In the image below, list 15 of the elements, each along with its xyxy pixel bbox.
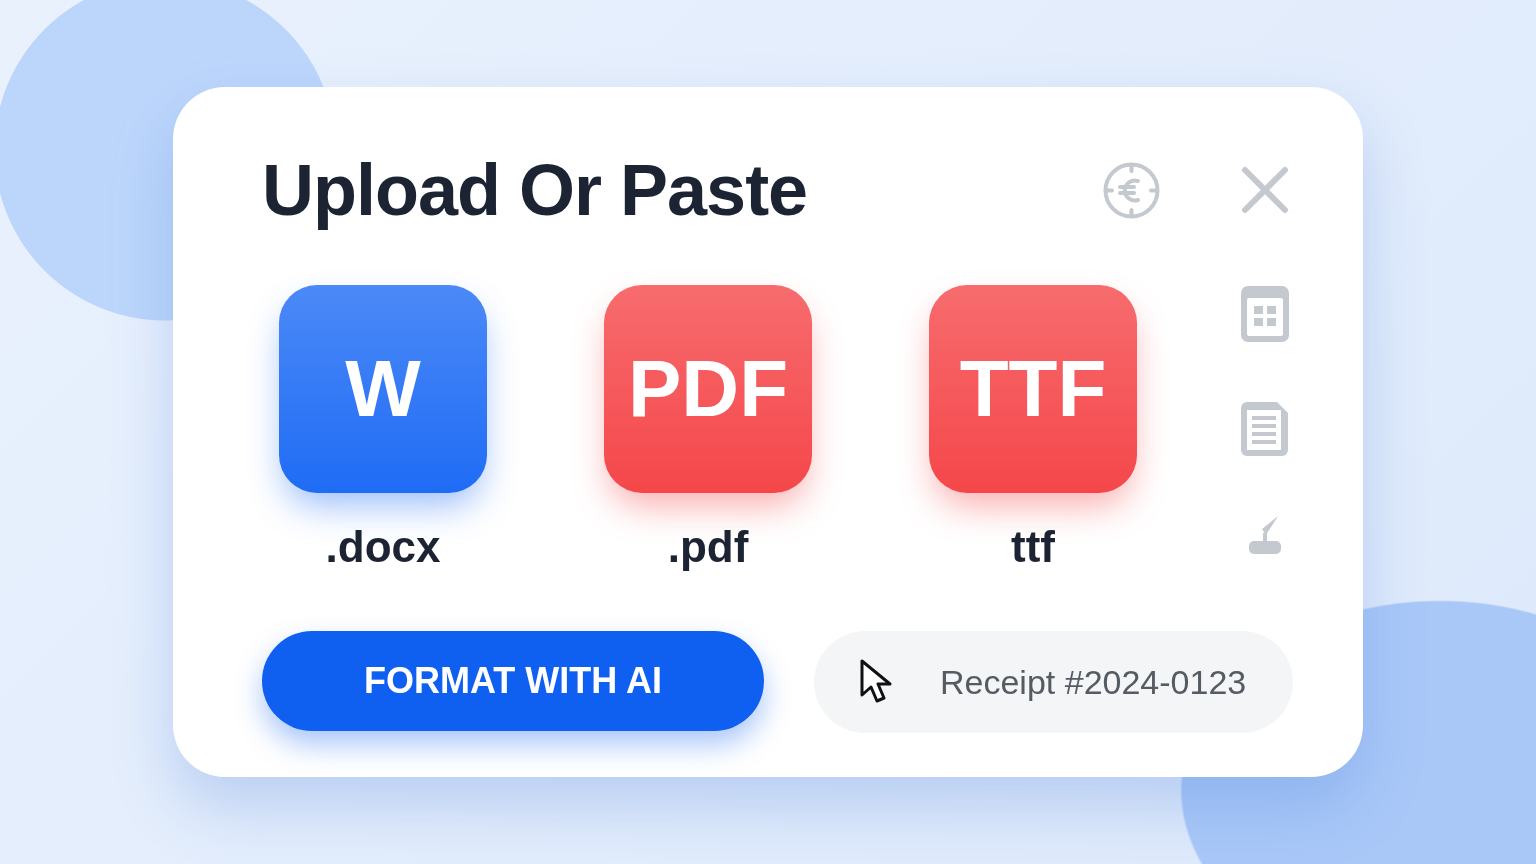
dialog-title: Upload Or Paste — [262, 149, 808, 231]
file-format-tile[interactable]: PDF — [604, 285, 812, 493]
pen-icon[interactable] — [1248, 515, 1282, 555]
file-extension-label: ttf — [1011, 521, 1055, 573]
format-with-ai-button[interactable]: FORMAT WITH AI — [262, 631, 764, 731]
euro-coin-icon[interactable] — [1103, 161, 1160, 219]
calendar-icon[interactable] — [1240, 285, 1290, 343]
document-icon[interactable] — [1241, 401, 1289, 457]
file-format-tile[interactable]: W — [279, 285, 487, 493]
file-format-tile[interactable]: TTF — [929, 285, 1137, 493]
cursor-arrow-icon — [860, 659, 892, 705]
paste-input-field[interactable]: Receipt #2024-0123 — [814, 631, 1293, 733]
file-extension-label: .pdf — [667, 521, 749, 573]
close-icon[interactable] — [1241, 166, 1289, 214]
file-extension-label: .docx — [325, 521, 441, 573]
